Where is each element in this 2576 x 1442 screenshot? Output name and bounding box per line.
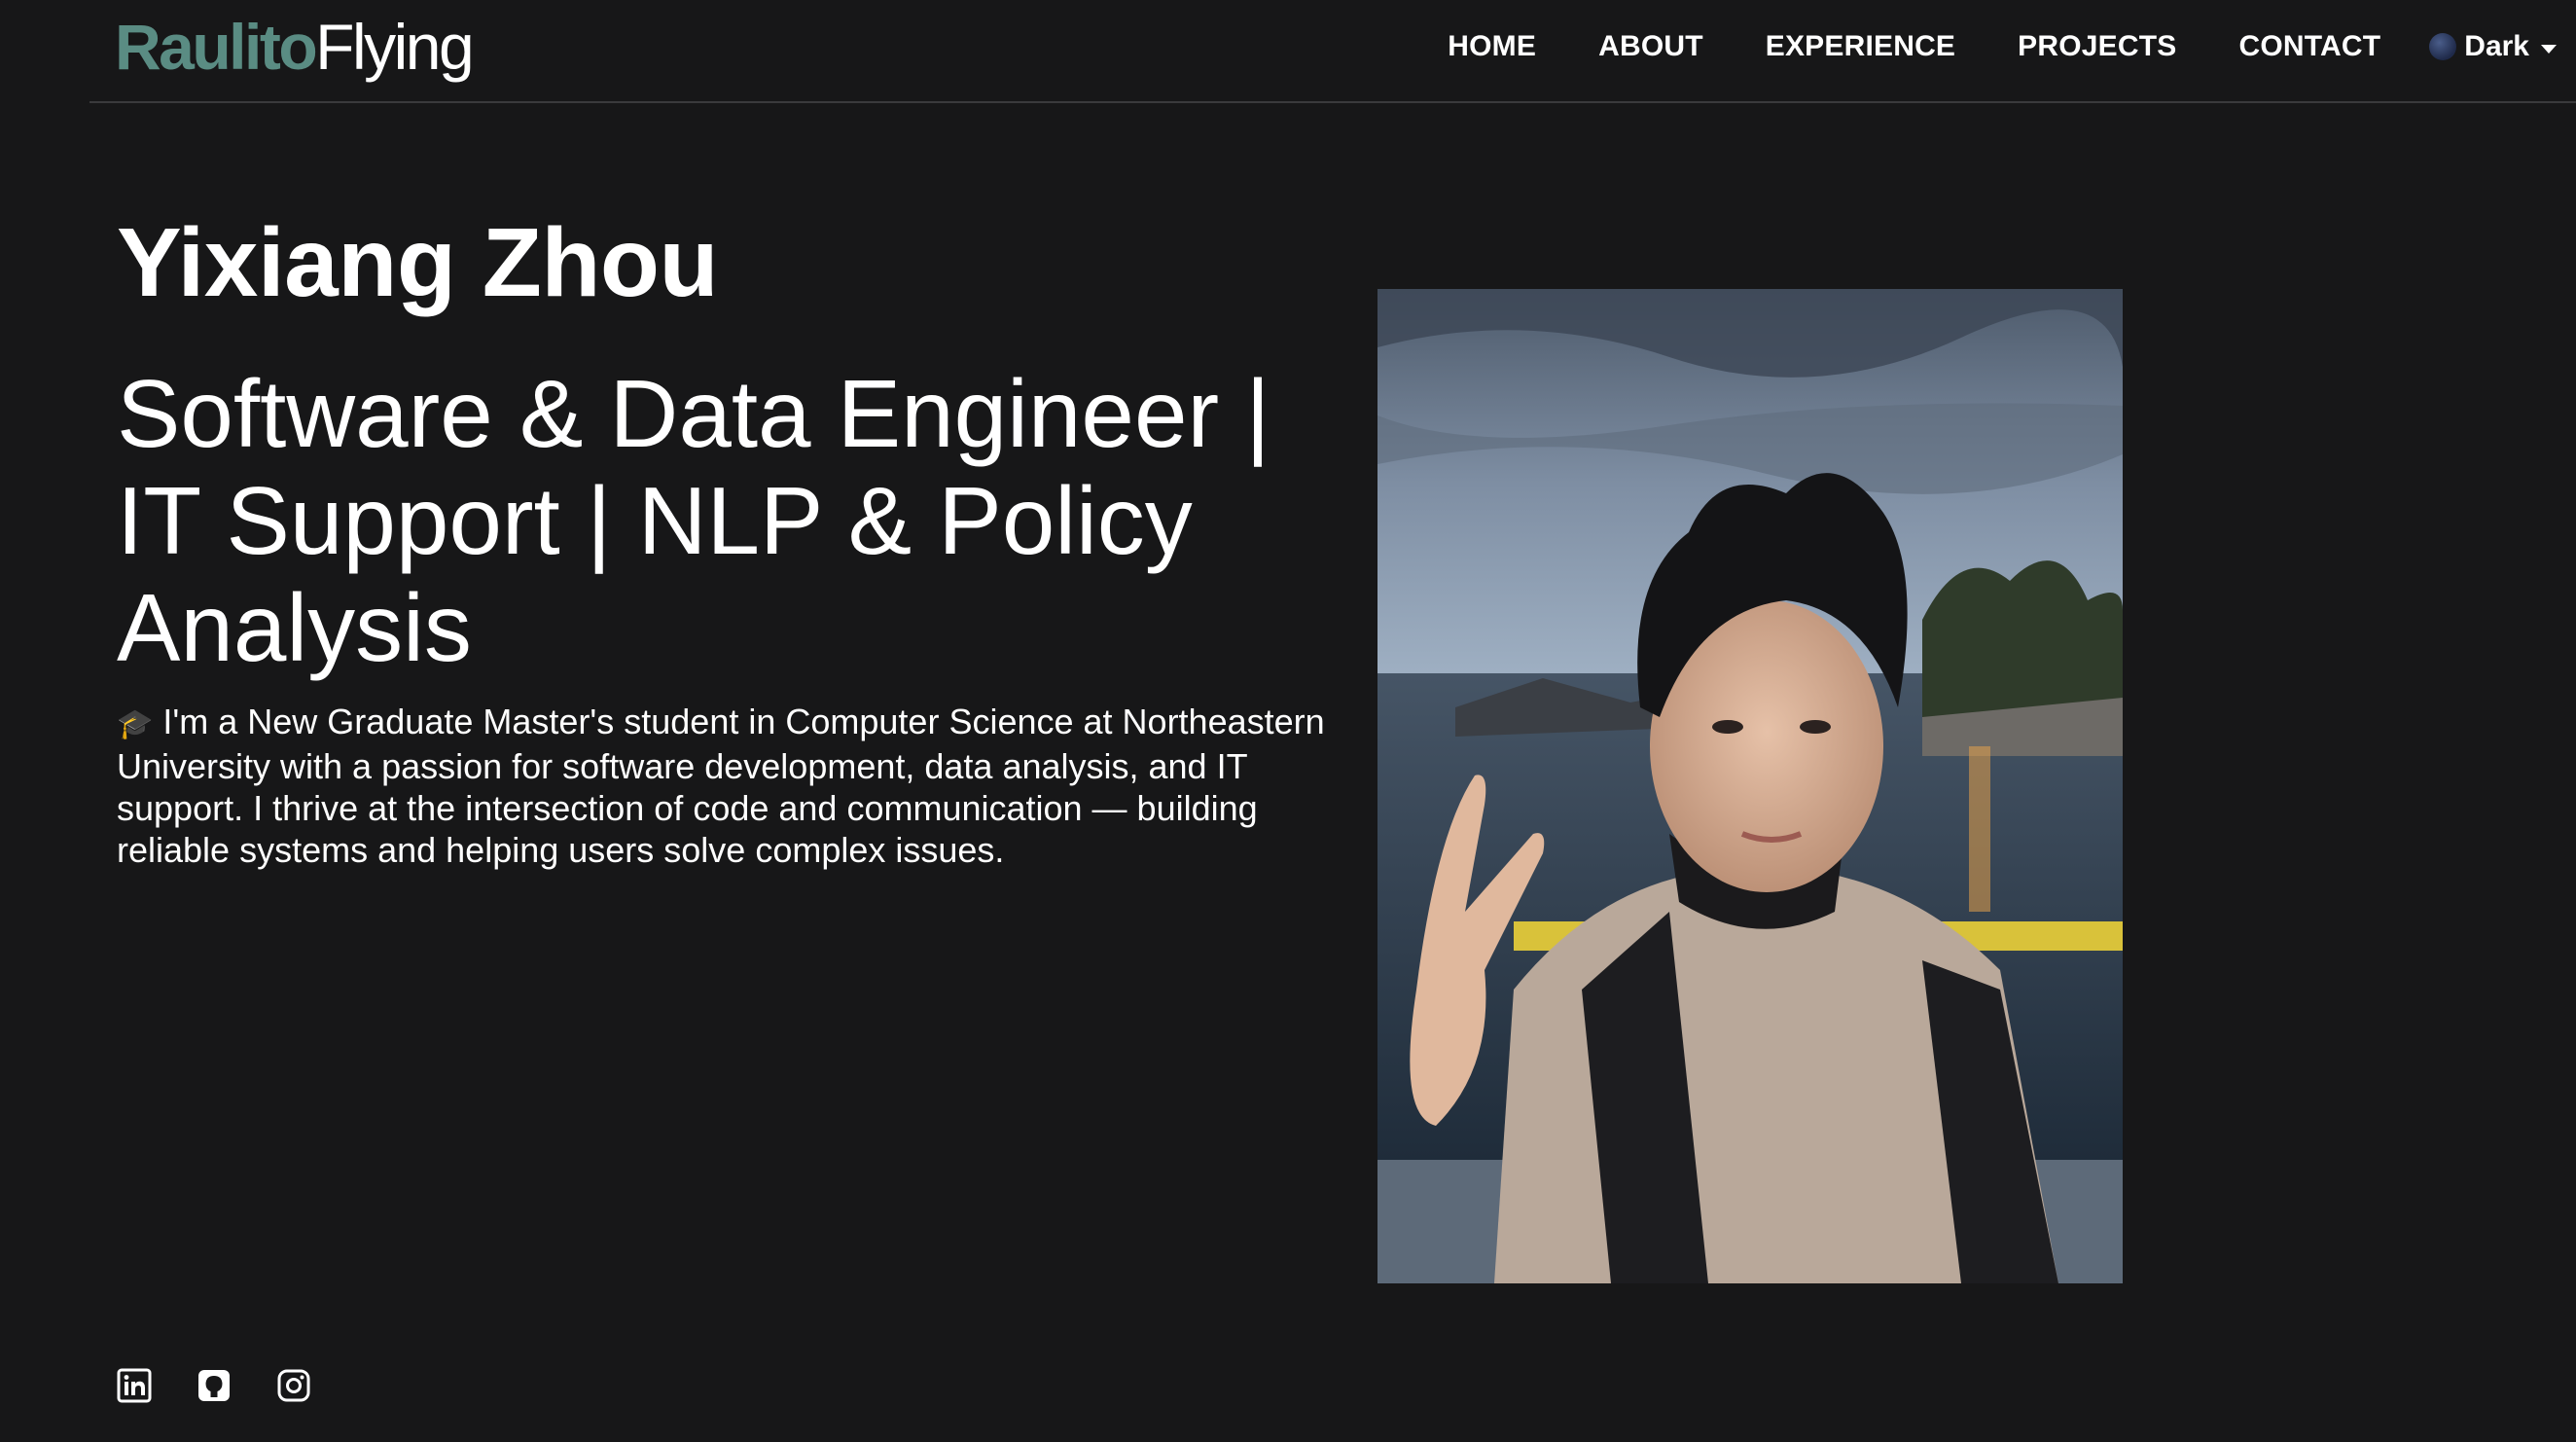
github-icon[interactable] <box>197 1368 232 1403</box>
brand-part-2: Flying <box>315 11 475 83</box>
page: RaulitoFlying HOME ABOUT EXPERIENCE PROJ… <box>0 0 2576 1442</box>
graduation-cap-icon: 🎓 <box>117 708 154 740</box>
moon-icon <box>2429 33 2457 60</box>
nav-contact[interactable]: CONTACT <box>2238 30 2380 63</box>
nav-home[interactable]: HOME <box>1448 30 1536 63</box>
hero-headline: Software & Data Engineer | IT Support | … <box>117 360 1270 681</box>
portrait-photo <box>1377 289 2123 1283</box>
hero-bio: 🎓 I'm a New Graduate Master's student in … <box>117 701 1342 871</box>
hero-name: Yixiang Zhou <box>117 208 719 317</box>
linkedin-icon[interactable] <box>117 1368 152 1403</box>
nav-experience[interactable]: EXPERIENCE <box>1766 30 1955 63</box>
brand-part-1: Raulito <box>115 11 318 83</box>
hero-bio-text: I'm a New Graduate Master's student in C… <box>117 702 1325 870</box>
brand-logo[interactable]: RaulitoFlying <box>115 10 475 84</box>
navbar: RaulitoFlying HOME ABOUT EXPERIENCE PROJ… <box>89 0 2576 103</box>
nav-about[interactable]: ABOUT <box>1598 30 1703 63</box>
theme-label: Dark <box>2464 30 2529 62</box>
social-links <box>117 1368 311 1403</box>
theme-dropdown[interactable]: Dark <box>2429 30 2557 63</box>
chevron-down-icon <box>2541 44 2557 54</box>
nav-projects[interactable]: PROJECTS <box>2018 30 2176 63</box>
instagram-icon[interactable] <box>276 1368 311 1403</box>
main-nav: HOME ABOUT EXPERIENCE PROJECTS CONTACT D… <box>1448 0 2576 93</box>
